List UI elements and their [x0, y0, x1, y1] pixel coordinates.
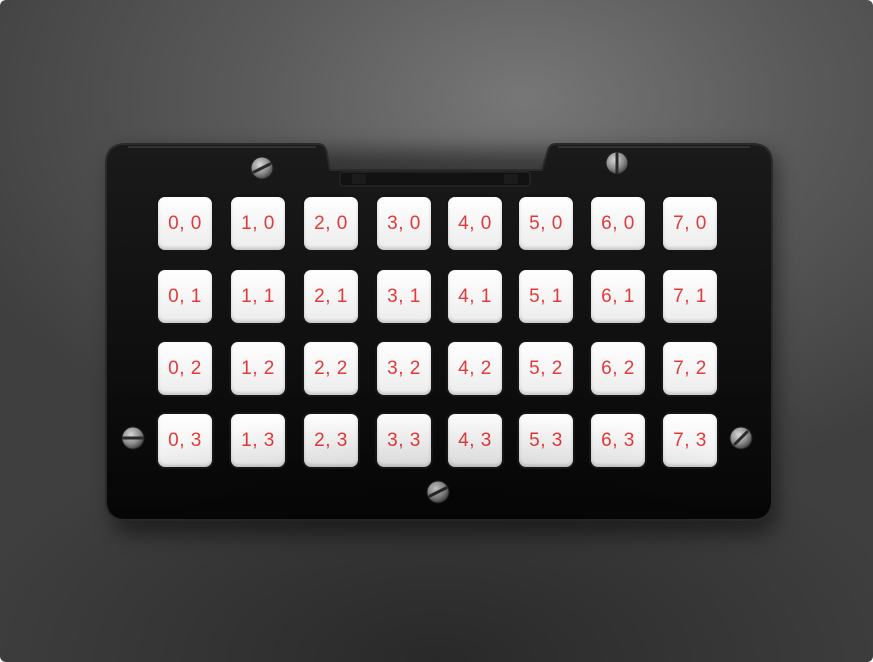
key-4-3[interactable]: 4, 3: [448, 414, 502, 467]
screw-right: [729, 426, 753, 450]
key-6-0[interactable]: 6, 0: [591, 197, 645, 250]
screw-left: [121, 426, 145, 450]
key-2-1[interactable]: 2, 1: [304, 270, 358, 323]
key-7-1[interactable]: 7, 1: [663, 270, 717, 323]
key-4-2[interactable]: 4, 2: [448, 342, 502, 395]
key-6-2[interactable]: 6, 2: [591, 342, 645, 395]
key-grid: 0, 0 1, 0 2, 0 3, 0 4, 0 5, 0 6, 0 7, 0 …: [158, 197, 718, 467]
key-2-2[interactable]: 2, 2: [304, 342, 358, 395]
connector-strip: [339, 171, 531, 187]
key-0-1[interactable]: 0, 1: [158, 270, 212, 323]
screw-top-right: [605, 151, 629, 175]
key-3-3[interactable]: 3, 3: [377, 414, 431, 467]
screw-bottom: [426, 480, 450, 504]
key-5-1[interactable]: 5, 1: [519, 270, 573, 323]
key-0-2[interactable]: 0, 2: [158, 342, 212, 395]
key-0-0[interactable]: 0, 0: [158, 197, 212, 250]
key-1-3[interactable]: 1, 3: [231, 414, 285, 467]
key-4-0[interactable]: 4, 0: [448, 197, 502, 250]
key-3-0[interactable]: 3, 0: [377, 197, 431, 250]
screw-top-left: [250, 156, 274, 180]
key-7-0[interactable]: 7, 0: [663, 197, 717, 250]
key-7-3[interactable]: 7, 3: [663, 414, 717, 467]
key-5-3[interactable]: 5, 3: [519, 414, 573, 467]
key-4-1[interactable]: 4, 1: [448, 270, 502, 323]
key-3-2[interactable]: 3, 2: [377, 342, 431, 395]
key-1-0[interactable]: 1, 0: [231, 197, 285, 250]
key-5-2[interactable]: 5, 2: [519, 342, 573, 395]
key-3-1[interactable]: 3, 1: [377, 270, 431, 323]
key-1-2[interactable]: 1, 2: [231, 342, 285, 395]
key-6-1[interactable]: 6, 1: [591, 270, 645, 323]
key-7-2[interactable]: 7, 2: [663, 342, 717, 395]
photo-background: 0, 0 1, 0 2, 0 3, 0 4, 0 5, 0 6, 0 7, 0 …: [0, 0, 873, 662]
key-1-1[interactable]: 1, 1: [231, 270, 285, 323]
key-2-0[interactable]: 2, 0: [304, 197, 358, 250]
key-6-3[interactable]: 6, 3: [591, 414, 645, 467]
key-2-3[interactable]: 2, 3: [304, 414, 358, 467]
key-5-0[interactable]: 5, 0: [519, 197, 573, 250]
key-0-3[interactable]: 0, 3: [158, 414, 212, 467]
